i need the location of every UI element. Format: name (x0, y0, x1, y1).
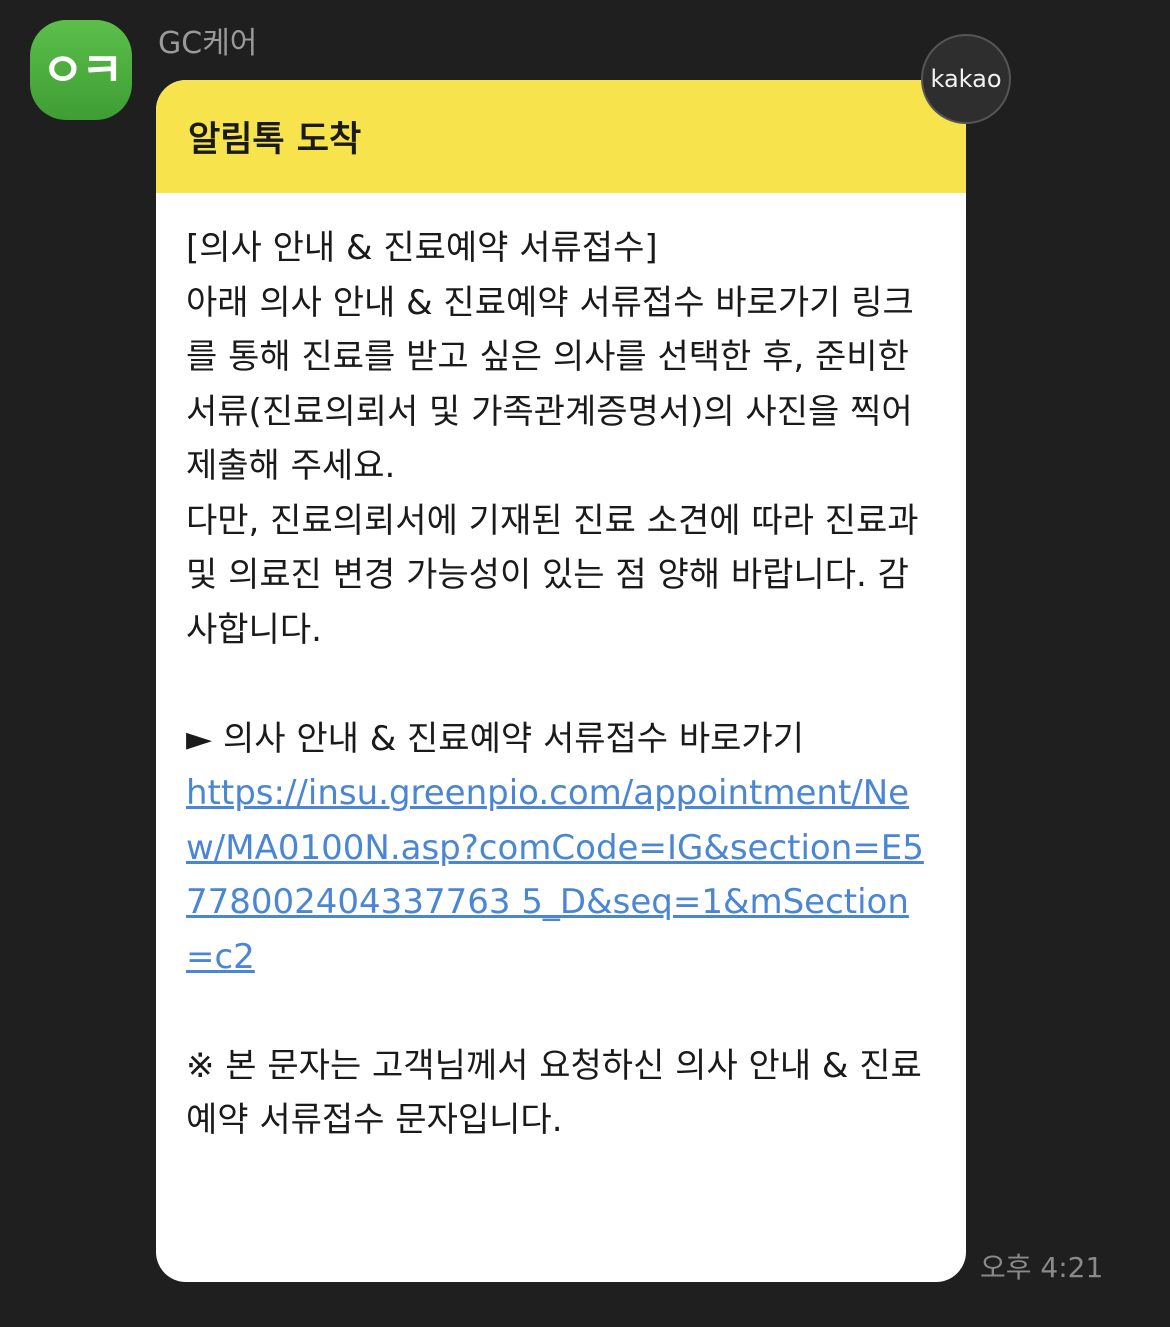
bubble-header-title: 알림톡 도착 (188, 120, 362, 160)
bubble-body: [의사 안내 & 진료예약 서류접수] 아래 의사 안내 & 진료예약 서류접수… (156, 193, 966, 1148)
bubble-header: 알림톡 도착 (156, 80, 966, 193)
kakao-channel-badge[interactable]: kakao (921, 34, 1011, 124)
message-intro: 아래 의사 안내 & 진료예약 서류접수 바로가기 링크를 통해 진료를 받고 … (186, 282, 924, 487)
shortcut-label: ► 의사 안내 & 진료예약 서류접수 바로가기 (186, 718, 804, 759)
alimtalk-message-bubble: 알림톡 도착 [의사 안내 & 진료예약 서류접수] 아래 의사 안내 & 진료… (156, 80, 966, 1282)
message-title-line: [의사 안내 & 진료예약 서류접수] (186, 228, 658, 268)
appointment-link[interactable]: https://insu.greenpio.com/appointment/Ne… (186, 766, 936, 984)
sender-avatar[interactable]: ㅇㅋ (30, 20, 132, 120)
avatar-logo-text: ㅇㅋ (41, 43, 124, 97)
kakao-badge-label: kakao (930, 65, 1002, 93)
message-notice: 다만, 진료의뢰서에 기재된 진료 소견에 따라 진료과 및 의료진 변경 가능… (186, 500, 930, 650)
message-footer-note: ※ 본 문자는 고객님께서 요청하신 의사 안내 & 진료예약 서류접수 문자입… (186, 1045, 922, 1141)
message-timestamp: 오후 4:21 (980, 1251, 1104, 1284)
sender-name: GC케어 (158, 26, 258, 61)
